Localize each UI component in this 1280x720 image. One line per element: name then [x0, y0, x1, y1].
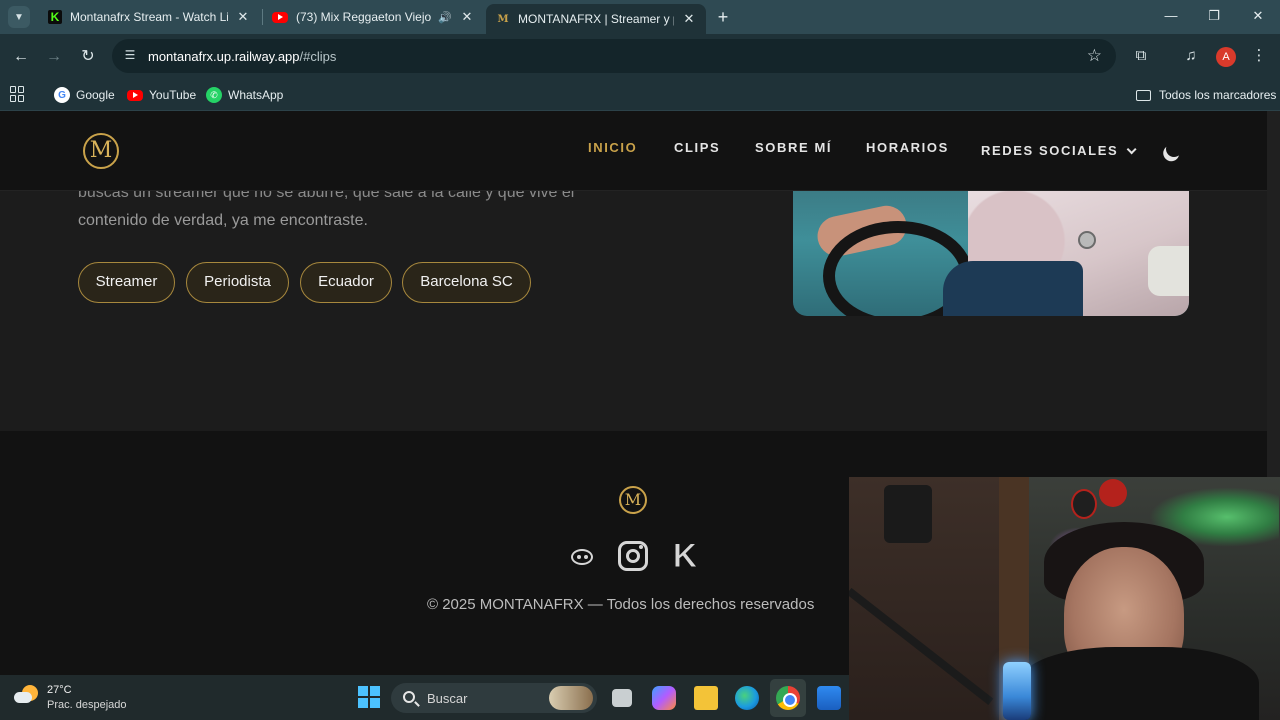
m-logo-icon: M — [497, 13, 509, 25]
copilot-icon[interactable] — [652, 686, 676, 710]
close-icon[interactable]: ✕ — [236, 9, 250, 25]
url-text[interactable]: montanafrx.up.railway.app/#clips — [148, 49, 336, 64]
tab-youtube-mix[interactable]: (73) Mix Reggaeton Viejo 🔥 🔊 ✕ — [262, 4, 484, 30]
kebab-menu-icon[interactable]: ⋮ — [1249, 46, 1269, 66]
windows-start-icon[interactable] — [358, 686, 380, 708]
bookmark-whatsapp[interactable]: ✆ WhatsApp — [206, 85, 283, 105]
nav-clips[interactable]: CLIPS — [674, 140, 720, 155]
photo-shorts — [943, 261, 1083, 316]
webcam-bag — [884, 485, 932, 543]
photo-seat — [1148, 246, 1189, 296]
tab-montanafrx[interactable]: M MONTANAFRX | Streamer y pe ✕ — [486, 4, 706, 34]
bookmark-google[interactable]: G Google — [54, 85, 115, 105]
webcam-shirt — [1019, 647, 1259, 720]
address-bar[interactable]: ☰ montanafrx.up.railway.app/#clips ☆ — [112, 39, 1116, 73]
kick-icon[interactable]: K — [668, 539, 702, 574]
browser-toolbar: ← → ↻ ☰ montanafrx.up.railway.app/#clips… — [0, 34, 1280, 80]
taskbar-search[interactable]: Buscar — [391, 683, 597, 713]
search-highlight-image — [549, 686, 593, 710]
webcam-wall — [849, 477, 1024, 720]
tag-periodista[interactable]: Periodista — [186, 262, 289, 303]
tag-streamer[interactable]: Streamer — [78, 262, 175, 303]
webcam-overlay — [849, 477, 1280, 720]
tab-kick-stream[interactable]: K Montanafrx Stream - Watch Liv ✕ — [38, 4, 260, 30]
bookmark-label: WhatsApp — [228, 88, 284, 102]
restore-icon[interactable]: ❐ — [1206, 8, 1222, 24]
youtube-icon — [127, 89, 143, 101]
new-tab-button[interactable]: + — [714, 7, 732, 27]
chevron-down-icon: ▼ — [14, 11, 24, 23]
webcam-figure — [1099, 479, 1127, 507]
kick-icon: K — [48, 10, 62, 24]
footer-logo[interactable]: M — [619, 486, 647, 514]
reload-icon[interactable]: ↻ — [77, 46, 99, 68]
search-icon — [403, 691, 415, 703]
url-path: /#clips — [299, 49, 337, 64]
media-control-icon[interactable]: ♫ — [1181, 46, 1201, 66]
nav-redes-sociales[interactable]: REDES SOCIALES — [981, 143, 1137, 158]
youtube-icon — [272, 11, 288, 23]
nav-sobre-mi[interactable]: SOBRE MÍ — [755, 140, 832, 155]
tab-title: MONTANAFRX | Streamer y pe — [518, 12, 674, 26]
photo-watch — [1078, 231, 1096, 249]
bookmark-youtube[interactable]: YouTube — [127, 85, 196, 105]
nav-inicio[interactable]: INICIO — [588, 140, 637, 155]
site-header: M INICIO CLIPS SOBRE MÍ HORARIOS REDES S… — [0, 111, 1267, 191]
weather-condition[interactable]: Prac. despejado — [47, 699, 127, 711]
back-arrow-icon[interactable]: ← — [10, 46, 32, 68]
nav-redes-sociales-label: REDES SOCIALES — [981, 143, 1119, 158]
site-logo[interactable]: M — [83, 133, 119, 169]
hero-section: buscas un streamer que no se aburre, que… — [0, 184, 1267, 431]
search-label: Buscar — [427, 691, 468, 706]
bookmark-label: YouTube — [149, 88, 197, 102]
forward-arrow-icon[interactable]: → — [43, 46, 65, 68]
instagram-icon[interactable] — [616, 539, 650, 573]
copyright-text: © 2025 MONTANAFRX — Todos los derechos r… — [427, 596, 815, 613]
microsoft-store-icon[interactable] — [817, 686, 841, 710]
all-bookmarks-button[interactable]: Todos los marcadores — [1136, 85, 1276, 105]
close-icon[interactable]: ✕ — [460, 9, 474, 25]
tag-barcelona-sc[interactable]: Barcelona SC — [402, 262, 531, 303]
profile-avatar[interactable]: A — [1216, 47, 1236, 67]
whatsapp-icon: ✆ — [206, 87, 222, 103]
edge-icon[interactable] — [735, 686, 759, 710]
task-view-icon[interactable] — [612, 689, 632, 707]
folder-icon — [1136, 89, 1151, 101]
minimize-icon[interactable]: — — [1163, 8, 1179, 24]
close-window-icon[interactable]: ✕ — [1250, 8, 1266, 24]
tab-title: Montanafrx Stream - Watch Liv — [70, 10, 228, 24]
hero-description-line: contenido de verdad, ya me encontraste. — [78, 212, 368, 229]
bookmark-label: Google — [76, 88, 115, 102]
bookmark-star-icon[interactable]: ☆ — [1087, 46, 1102, 66]
bookmarks-bar: G Google YouTube ✆ WhatsApp Todos los ma… — [0, 80, 1280, 111]
chevron-down-icon — [1126, 144, 1137, 155]
nav-horarios[interactable]: HORARIOS — [866, 140, 949, 155]
extensions-icon[interactable]: ⧉ — [1131, 46, 1151, 66]
speaker-icon[interactable]: 🔊 — [438, 11, 452, 24]
moon-icon[interactable] — [1164, 139, 1185, 160]
url-host: montanafrx.up.railway.app — [148, 49, 300, 64]
file-explorer-icon[interactable] — [694, 686, 718, 710]
tab-title: (73) Mix Reggaeton Viejo 🔥 — [296, 10, 435, 24]
weather-temperature[interactable]: 27°C — [47, 684, 72, 696]
webcam-toy — [1071, 489, 1097, 519]
reddit-icon[interactable] — [565, 539, 599, 573]
chrome-icon[interactable] — [776, 686, 800, 710]
weather-icon[interactable] — [14, 685, 38, 707]
google-icon: G — [54, 87, 70, 103]
site-info-icon[interactable]: ☰ — [122, 48, 138, 64]
webcam-rgb-light — [1003, 662, 1031, 720]
browser-tab-strip: ▼ K Montanafrx Stream - Watch Liv ✕ (73)… — [0, 0, 1280, 34]
all-bookmarks-label: Todos los marcadores — [1159, 88, 1277, 102]
apps-grid-icon[interactable] — [10, 86, 26, 102]
hero-photo — [793, 191, 1189, 316]
close-icon[interactable]: ✕ — [682, 11, 696, 27]
tab-search-button[interactable]: ▼ — [8, 6, 30, 28]
tag-ecuador[interactable]: Ecuador — [300, 262, 392, 303]
